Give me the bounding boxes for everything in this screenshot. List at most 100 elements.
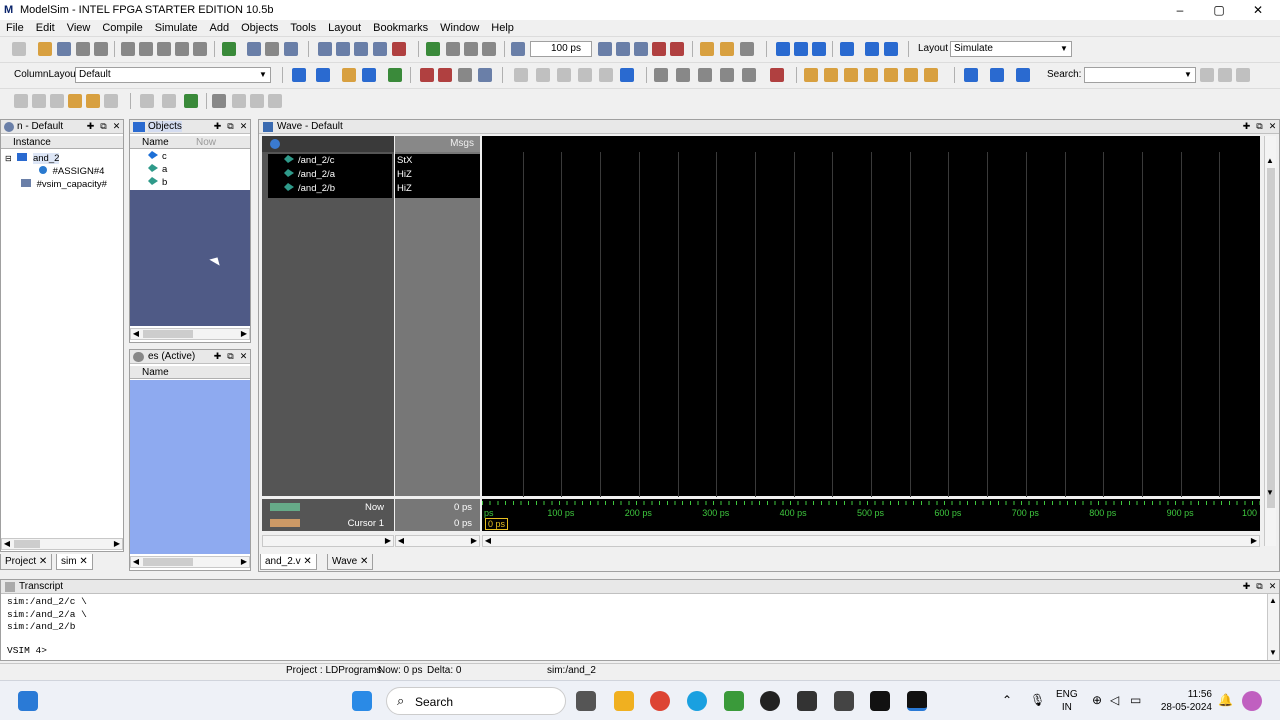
transcript-prompt[interactable]: VSIM 4> xyxy=(7,645,87,658)
names-hscroll[interactable]: ▶ xyxy=(262,535,394,547)
undock-icon[interactable]: ⧉ xyxy=(98,121,109,132)
menu-bookmarks[interactable]: Bookmarks xyxy=(367,20,434,36)
format-icon[interactable] xyxy=(140,94,154,108)
chevron-up-icon[interactable]: ⌃ xyxy=(1002,693,1012,707)
print-icon[interactable] xyxy=(94,42,108,56)
tab-and_2-v[interactable]: and_2.v ✕ xyxy=(260,554,317,570)
close-icon[interactable]: ✕ xyxy=(1267,121,1278,132)
internal-icon[interactable] xyxy=(578,68,592,82)
object-item-b[interactable]: b xyxy=(148,176,167,189)
collapse-all-icon[interactable] xyxy=(990,68,1004,82)
menu-help[interactable]: Help xyxy=(485,20,520,36)
pan-icon[interactable] xyxy=(698,68,712,82)
rise-icon[interactable] xyxy=(232,94,246,108)
modelsim-active-icon[interactable] xyxy=(907,691,927,711)
folder-icon[interactable] xyxy=(614,691,634,711)
close-button[interactable]: ✕ xyxy=(1238,0,1278,20)
processes-hscroll[interactable]: ◀ ▶ xyxy=(130,556,250,568)
mem-icon[interactable] xyxy=(720,42,734,56)
step-icon[interactable] xyxy=(776,42,790,56)
edge-icon[interactable] xyxy=(687,691,707,711)
tab-sim[interactable]: sim ✕ xyxy=(56,554,93,570)
close-icon[interactable]: ✕ xyxy=(238,121,249,132)
compile-all-icon[interactable] xyxy=(318,42,332,56)
close-icon[interactable]: ✕ xyxy=(238,351,249,362)
height-icon[interactable] xyxy=(162,94,176,108)
expand-all-icon[interactable] xyxy=(1016,68,1030,82)
redo-icon[interactable] xyxy=(193,42,207,56)
edge-next-icon[interactable] xyxy=(844,68,858,82)
volume-icon[interactable]: ◁ xyxy=(1110,693,1119,707)
menu-edit[interactable]: Edit xyxy=(30,20,61,36)
copy-icon[interactable] xyxy=(139,42,153,56)
chrome-icon[interactable] xyxy=(650,691,670,711)
edge-first-icon[interactable] xyxy=(804,68,818,82)
add-wave-icon[interactable] xyxy=(426,42,440,56)
language-indicator[interactable]: ENG IN xyxy=(1056,688,1078,714)
edge-prev-icon[interactable] xyxy=(824,68,838,82)
search-input[interactable]: ▼ xyxy=(1084,67,1196,83)
expand-icon[interactable] xyxy=(964,68,978,82)
taskbar-search[interactable]: ⌕ Search xyxy=(386,687,566,715)
wave-add-icon[interactable] xyxy=(292,68,306,82)
file-manager-icon[interactable] xyxy=(576,691,596,711)
layout-select[interactable]: Simulate ▼ xyxy=(950,41,1072,57)
wave-format-icon[interactable] xyxy=(362,68,376,82)
app-icon[interactable] xyxy=(724,691,744,711)
zoom-out-icon[interactable] xyxy=(32,94,46,108)
tab-wave[interactable]: Wave ✕ xyxy=(327,554,374,570)
wave-box-icon[interactable] xyxy=(212,94,226,108)
undo-icon[interactable] xyxy=(175,42,189,56)
terminal-icon[interactable] xyxy=(797,691,817,711)
select-mode-icon[interactable] xyxy=(654,68,668,82)
microphone-icon[interactable]: 🎙 xyxy=(1030,693,1045,707)
modelsim-icon[interactable] xyxy=(284,42,298,56)
windows-start-icon[interactable] xyxy=(352,691,372,711)
cut-icon[interactable] xyxy=(121,42,135,56)
dock-icon[interactable]: ✚ xyxy=(212,351,223,362)
maximize-button[interactable]: ▢ xyxy=(1199,0,1239,20)
clear-icon[interactable] xyxy=(478,68,492,82)
tree-item-assign[interactable]: #ASSIGN#4 xyxy=(39,165,104,178)
step-into-icon[interactable] xyxy=(840,42,854,56)
wave-compare-icon[interactable] xyxy=(388,68,402,82)
step-end-icon[interactable] xyxy=(884,42,898,56)
output-icon[interactable] xyxy=(536,68,550,82)
step-over-icon[interactable] xyxy=(794,42,808,56)
clock[interactable]: 11:56 28-05-2024 xyxy=(1152,688,1212,714)
processes-column-header[interactable]: Name xyxy=(130,366,250,379)
signal-row-a[interactable]: /and_2/a xyxy=(284,168,335,182)
signal-row-b[interactable]: /and_2/b xyxy=(284,182,335,196)
run-all-icon[interactable] xyxy=(634,42,648,56)
edge-any-icon[interactable] xyxy=(904,68,918,82)
wave-vscroll[interactable]: ▲ ▼ xyxy=(1264,136,1276,546)
menu-window[interactable]: Window xyxy=(434,20,485,36)
zoom-last-icon[interactable] xyxy=(104,94,118,108)
edit-mode-icon[interactable] xyxy=(720,68,734,82)
menu-file[interactable]: File xyxy=(0,20,30,36)
memory-icon[interactable] xyxy=(354,42,368,56)
hand-icon[interactable] xyxy=(740,42,754,56)
instance-hscroll[interactable]: ◀ ▶ xyxy=(1,538,123,550)
back-icon[interactable] xyxy=(464,42,478,56)
transcript-text[interactable]: sim:/and_2/c \ sim:/and_2/a \ sim:/and_2… xyxy=(7,596,87,657)
delete-all-icon[interactable] xyxy=(438,68,452,82)
zoom-cursor-icon[interactable] xyxy=(68,94,82,108)
tree-item-and_2[interactable]: ⊟ and_2 xyxy=(5,152,60,165)
undock-icon[interactable]: ⧉ xyxy=(225,351,236,362)
open-folder-icon[interactable] xyxy=(38,42,52,56)
wave-edit-icon[interactable] xyxy=(342,68,356,82)
task-view-icon[interactable] xyxy=(18,691,38,711)
modelsim-taskbar-icon[interactable] xyxy=(870,691,890,711)
menu-view[interactable]: View xyxy=(61,20,97,36)
battery-icon[interactable]: ▭ xyxy=(1130,693,1141,707)
tree-item-vsim-capacity[interactable]: #vsim_capacity# xyxy=(21,178,107,191)
menu-simulate[interactable]: Simulate xyxy=(149,20,204,36)
dock-icon[interactable]: ✚ xyxy=(1241,121,1252,132)
save-icon[interactable] xyxy=(57,42,71,56)
all-icon[interactable] xyxy=(599,68,613,82)
instance-column-header[interactable]: Instance xyxy=(1,136,123,149)
undock-icon[interactable]: ⧉ xyxy=(1254,581,1265,592)
search-clear-icon[interactable] xyxy=(1236,68,1250,82)
zoom-full-icon[interactable] xyxy=(50,94,64,108)
